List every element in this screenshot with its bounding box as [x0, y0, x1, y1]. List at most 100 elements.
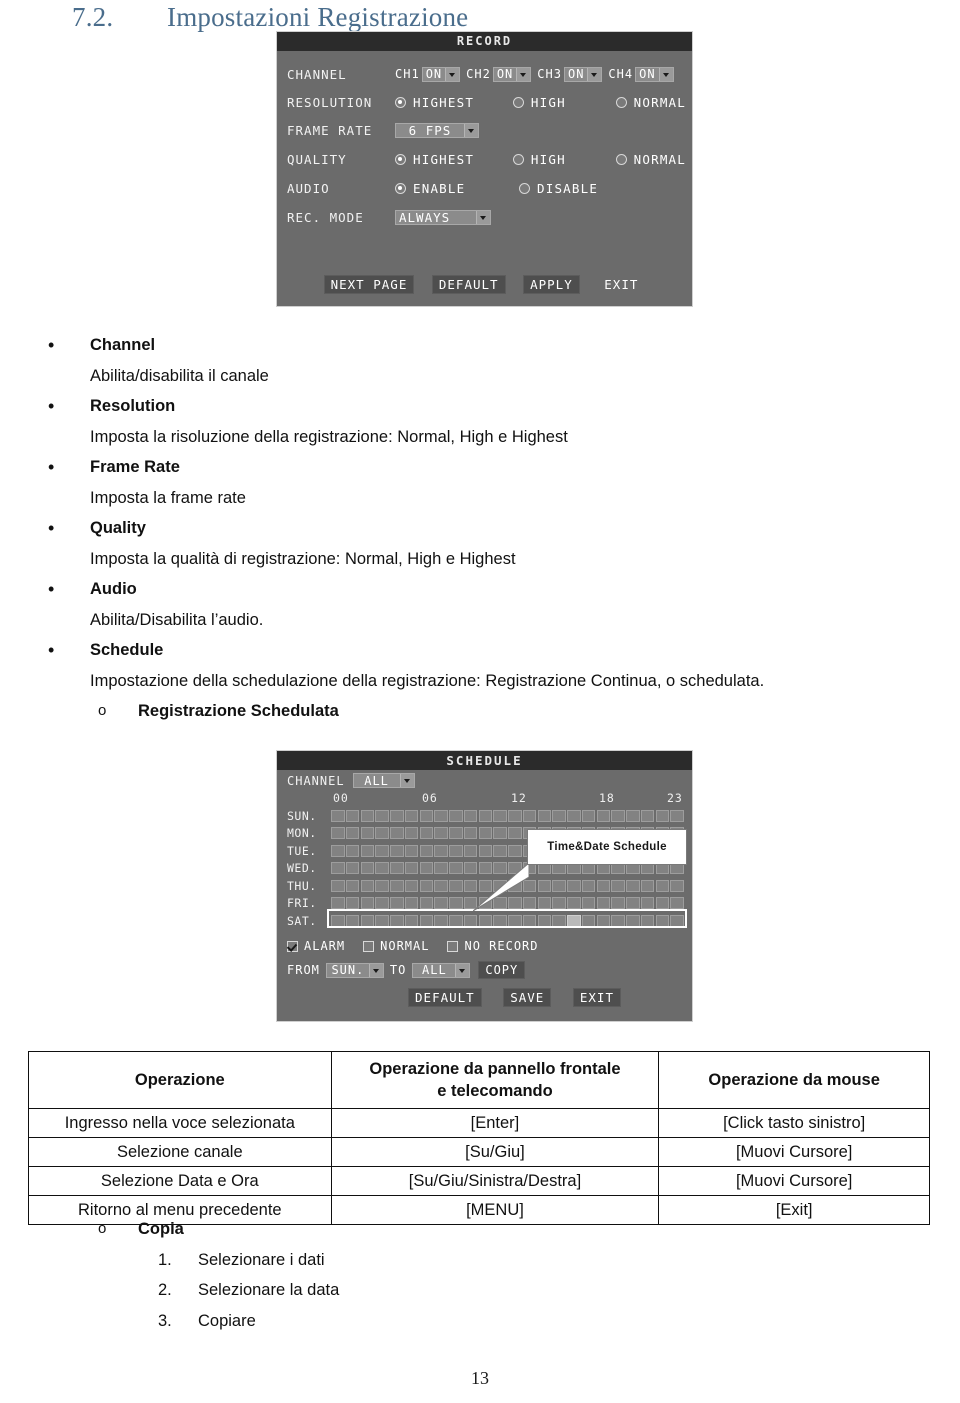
schedule-cell[interactable]	[404, 844, 419, 857]
schedule-cell[interactable]	[360, 914, 375, 927]
schedule-cell[interactable]	[493, 844, 507, 857]
schedule-cell[interactable]	[360, 862, 375, 875]
schedule-cell[interactable]	[404, 879, 419, 892]
schedule-cell[interactable]	[434, 862, 448, 875]
schedule-cell[interactable]	[345, 844, 360, 857]
schedule-cell[interactable]	[596, 914, 611, 927]
schedule-cell[interactable]	[331, 844, 345, 857]
schedule-cell[interactable]	[390, 897, 404, 910]
alarm-checkbox[interactable]	[287, 940, 298, 952]
schedule-cell[interactable]	[360, 827, 375, 840]
rec-mode-dropdown[interactable]: ALWAYS	[395, 209, 491, 225]
schedule-cell[interactable]	[537, 879, 552, 892]
schedule-cell[interactable]	[611, 879, 625, 892]
schedule-cell[interactable]	[493, 827, 507, 840]
channel-ch4[interactable]: CH4 ON	[608, 66, 674, 82]
schedule-row-fri[interactable]: FRI.	[287, 895, 685, 913]
schedule-cell[interactable]	[375, 862, 389, 875]
radio-icon[interactable]	[512, 96, 524, 108]
schedule-cell[interactable]	[626, 914, 640, 927]
schedule-cell[interactable]	[463, 809, 478, 822]
schedule-cell[interactable]	[375, 879, 389, 892]
schedule-cell[interactable]	[390, 844, 404, 857]
schedule-cell[interactable]	[596, 897, 611, 910]
normal-checkbox[interactable]	[363, 940, 375, 952]
schedule-cell[interactable]	[375, 809, 389, 822]
schedule-cell[interactable]	[463, 827, 478, 840]
schedule-cell[interactable]	[360, 897, 375, 910]
schedule-cell[interactable]	[508, 844, 522, 857]
chevron-down-icon[interactable]	[455, 963, 470, 977]
audio-option-disable[interactable]: DISABLE	[519, 181, 598, 196]
schedule-cell[interactable]	[449, 827, 463, 840]
schedule-cell[interactable]	[508, 897, 522, 910]
schedule-cell[interactable]	[345, 897, 360, 910]
channel-ch1[interactable]: CH1 ON	[395, 66, 461, 82]
radio-icon[interactable]	[395, 96, 406, 108]
schedule-cell[interactable]	[434, 809, 448, 822]
schedule-cell[interactable]	[419, 897, 434, 910]
schedule-cell[interactable]	[508, 914, 522, 927]
radio-icon[interactable]	[395, 153, 406, 165]
chevron-down-icon[interactable]	[464, 123, 478, 137]
schedule-cell[interactable]	[478, 844, 493, 857]
resolution-option-high[interactable]: HIGH	[512, 95, 616, 110]
schedule-cell[interactable]	[670, 809, 684, 822]
frame-rate-dropdown[interactable]: 6 FPS	[395, 122, 479, 138]
schedule-cell[interactable]	[567, 809, 581, 822]
schedule-exit-button[interactable]: EXIT	[572, 988, 621, 1007]
next-page-button[interactable]: NEXT PAGE	[323, 275, 415, 294]
schedule-cell[interactable]	[331, 809, 345, 822]
schedule-cell[interactable]	[331, 879, 345, 892]
schedule-cell[interactable]	[596, 809, 611, 822]
schedule-cell[interactable]	[449, 844, 463, 857]
schedule-cell[interactable]	[434, 844, 448, 857]
schedule-cell[interactable]	[375, 844, 389, 857]
schedule-cell[interactable]	[640, 914, 655, 927]
schedule-cell[interactable]	[463, 862, 478, 875]
channel-ch4-dropdown[interactable]: ON	[635, 66, 674, 82]
schedule-cell[interactable]	[478, 914, 493, 927]
schedule-cell[interactable]	[390, 827, 404, 840]
schedule-cell[interactable]	[449, 897, 463, 910]
schedule-cell[interactable]	[493, 879, 507, 892]
channel-ch2[interactable]: CH2 ON	[466, 66, 532, 82]
schedule-cell[interactable]	[449, 914, 463, 927]
schedule-cells-sun[interactable]	[331, 809, 685, 822]
schedule-cell[interactable]	[331, 827, 345, 840]
chevron-down-icon[interactable]	[476, 210, 490, 224]
schedule-cell[interactable]	[404, 827, 419, 840]
schedule-cell[interactable]	[581, 879, 596, 892]
schedule-cell[interactable]	[449, 862, 463, 875]
schedule-cell[interactable]	[493, 809, 507, 822]
chevron-down-icon[interactable]	[368, 963, 383, 977]
schedule-cell[interactable]	[611, 897, 625, 910]
schedule-cell[interactable]	[419, 809, 434, 822]
schedule-cell[interactable]	[331, 897, 345, 910]
radio-icon[interactable]	[615, 96, 627, 108]
schedule-cell[interactable]	[537, 914, 552, 927]
audio-option-enable[interactable]: ENABLE	[395, 181, 519, 196]
quality-option-highest[interactable]: HIGHEST	[395, 152, 513, 167]
schedule-cell[interactable]	[626, 809, 640, 822]
schedule-cell[interactable]	[522, 879, 537, 892]
schedule-cell[interactable]	[537, 809, 552, 822]
schedule-cell[interactable]	[581, 809, 596, 822]
quality-option-normal[interactable]: NORMAL	[615, 152, 686, 167]
schedule-cell[interactable]	[537, 897, 552, 910]
schedule-cell[interactable]	[404, 862, 419, 875]
schedule-cell[interactable]	[375, 827, 389, 840]
schedule-cell[interactable]	[434, 827, 448, 840]
schedule-cell[interactable]	[345, 862, 360, 875]
schedule-cell[interactable]	[478, 879, 493, 892]
schedule-cell[interactable]	[434, 879, 448, 892]
schedule-cell[interactable]	[611, 809, 625, 822]
schedule-cell[interactable]	[434, 897, 448, 910]
channel-ch3[interactable]: CH3 ON	[537, 66, 603, 82]
schedule-cell[interactable]	[360, 809, 375, 822]
chevron-down-icon[interactable]	[445, 67, 460, 81]
schedule-cell[interactable]	[581, 897, 596, 910]
schedule-cell[interactable]	[655, 809, 670, 822]
schedule-cells-sat[interactable]	[331, 914, 685, 927]
radio-icon[interactable]	[615, 153, 627, 165]
